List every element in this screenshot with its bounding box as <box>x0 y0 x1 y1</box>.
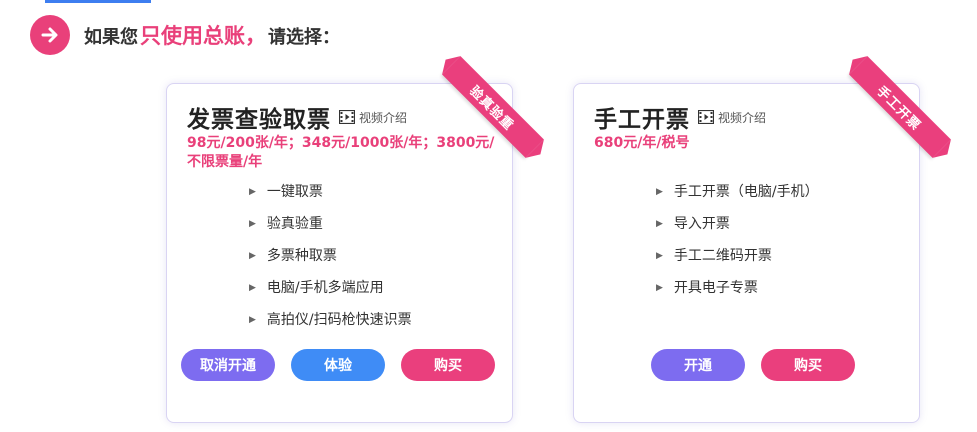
feature-label: 多票种取票 <box>266 248 337 264</box>
triangle-right-icon: ▶ <box>249 283 256 293</box>
video-intro-link[interactable]: 视频介绍 <box>339 109 407 126</box>
card-title-row: 发票查验取票 视频介绍 <box>187 100 407 134</box>
cancel-subscription-button[interactable]: 取消开通 <box>181 349 275 381</box>
top-accent-line <box>45 0 151 3</box>
video-intro-label: 视频介绍 <box>359 110 408 125</box>
triangle-right-icon: ▶ <box>249 219 256 229</box>
buy-button[interactable]: 购买 <box>401 349 495 381</box>
corner-ribbon: 手工开票 <box>847 56 951 162</box>
feature-label: 高拍仪/扫码枪快速识票 <box>266 312 412 328</box>
feature-item: ▶ 验真验重 <box>249 212 412 244</box>
card-title-row: 手工开票 视频介绍 <box>594 100 766 134</box>
feature-item: ▶ 手工二维码开票 <box>656 244 819 276</box>
feature-label: 开具电子专票 <box>673 280 758 296</box>
film-icon <box>339 110 355 124</box>
card-title: 发票查验取票 <box>187 107 331 133</box>
buy-button[interactable]: 购买 <box>761 349 855 381</box>
triangle-right-icon: ▶ <box>249 187 256 197</box>
feature-item: ▶ 一键取票 <box>249 180 412 212</box>
activate-button[interactable]: 开通 <box>651 349 745 381</box>
feature-label: 一键取票 <box>266 184 323 200</box>
triangle-right-icon: ▶ <box>656 283 663 293</box>
product-card-invoice-check: 发票查验取票 视频介绍 98元/200张/年；348元/1000张/年；3800… <box>166 56 544 423</box>
feature-item: ▶ 导入开票 <box>656 212 819 244</box>
feature-label: 手工二维码开票 <box>673 248 772 264</box>
product-card-manual-invoice: 手工开票 视频介绍 680元/年/税号 ▶ 手工开票（电脑/手机） ▶ 导入开票 ▶… <box>573 56 951 423</box>
feature-item: ▶ 电脑/手机多端应用 <box>249 276 412 308</box>
arrow-right-icon <box>30 15 70 55</box>
feature-label: 验真验重 <box>266 216 323 232</box>
feature-item: ▶ 开具电子专票 <box>656 276 819 308</box>
price-text: 680元/年/税号 <box>594 135 690 151</box>
feature-list: ▶ 一键取票 ▶ 验真验重 ▶ 多票种取票 ▶ 电脑/手机多端应用 ▶ 高拍仪/扫码枪快速… <box>249 180 412 340</box>
header-highlight: 只使用总账， <box>140 24 266 48</box>
video-intro-label: 视频介绍 <box>718 110 767 125</box>
ribbon-label: 验真验重 <box>442 56 544 158</box>
triangle-right-icon: ▶ <box>656 251 663 261</box>
triangle-right-icon: ▶ <box>249 251 256 261</box>
triangle-right-icon: ▶ <box>656 219 663 229</box>
card-title: 手工开票 <box>594 107 690 133</box>
feature-list: ▶ 手工开票（电脑/手机） ▶ 导入开票 ▶ 手工二维码开票 ▶ 开具电子专票 <box>656 180 819 308</box>
trial-button[interactable]: 体验 <box>291 349 385 381</box>
feature-item: ▶ 多票种取票 <box>249 244 412 276</box>
triangle-right-icon: ▶ <box>249 315 256 325</box>
header-prefix: 如果您 <box>84 27 138 48</box>
header-text: 如果您 只使用总账， 请选择： <box>84 20 340 50</box>
film-icon <box>698 110 714 124</box>
feature-label: 导入开票 <box>673 216 730 232</box>
feature-label: 电脑/手机多端应用 <box>266 280 384 296</box>
corner-ribbon: 验真验重 <box>440 56 544 162</box>
header-suffix: 请选择： <box>268 27 340 48</box>
triangle-right-icon: ▶ <box>656 187 663 197</box>
feature-item: ▶ 高拍仪/扫码枪快速识票 <box>249 308 412 340</box>
feature-label: 手工开票（电脑/手机） <box>673 184 819 200</box>
video-intro-link[interactable]: 视频介绍 <box>698 109 766 126</box>
section-header: 如果您 只使用总账， 请选择： <box>30 15 340 55</box>
ribbon-label: 手工开票 <box>849 56 951 158</box>
feature-item: ▶ 手工开票（电脑/手机） <box>656 180 819 212</box>
